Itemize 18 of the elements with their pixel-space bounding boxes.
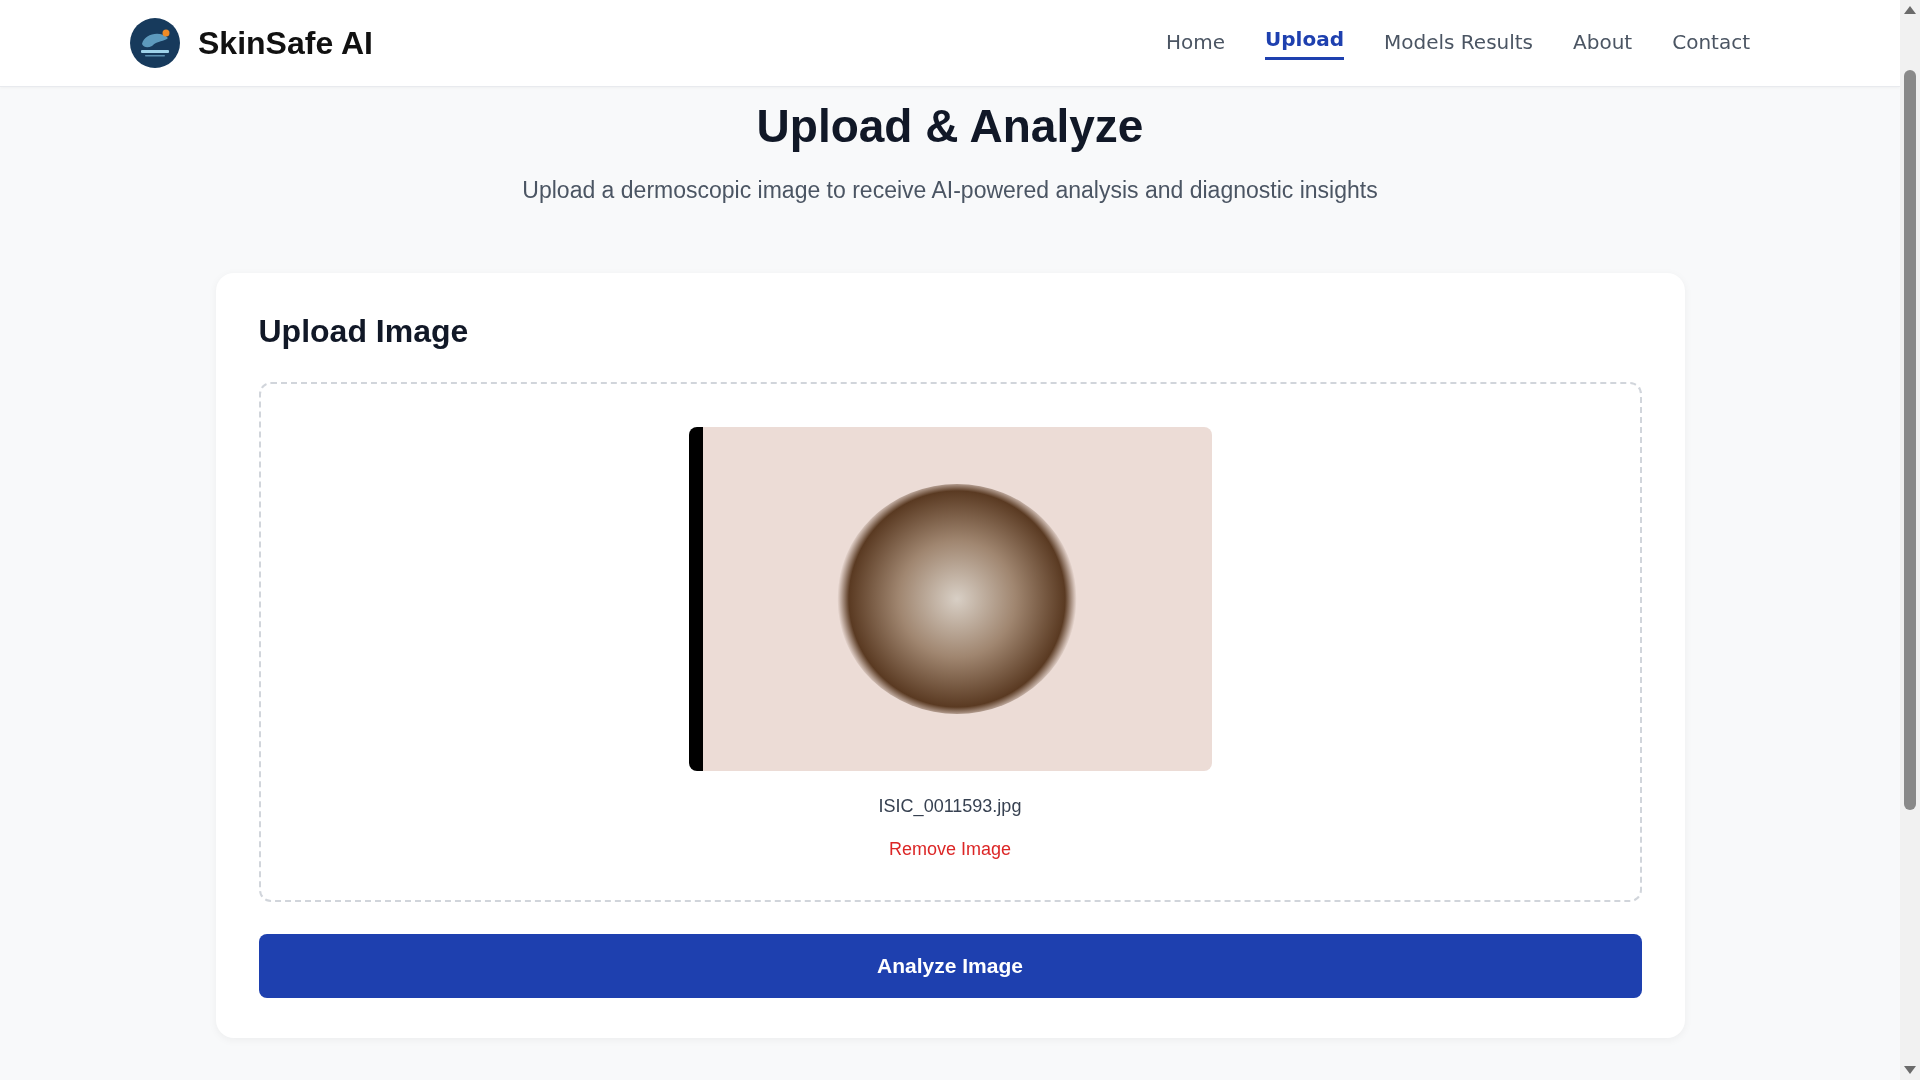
drop-zone[interactable]: ISIC_0011593.jpg Remove Image	[258, 382, 1642, 902]
page-subtitle: Upload a dermoscopic image to receive AI-powered analysis and diagnostic insights	[521, 176, 1379, 205]
brand-name: SkinSafe AI	[198, 24, 373, 62]
nav-link[interactable]: Home	[1165, 23, 1226, 63]
nav-link[interactable]: About	[1573, 23, 1633, 63]
nav-link[interactable]: Upload	[1265, 20, 1344, 60]
scroll-up-icon[interactable]	[1904, 6, 1916, 14]
page-title: Upload & Analyze	[756, 99, 1144, 153]
scroll-thumb[interactable]	[1904, 70, 1916, 810]
nav-link[interactable]: Models Results	[1384, 23, 1534, 63]
file-name: ISIC_0011593.jpg	[878, 796, 1022, 817]
logo-icon[interactable]	[130, 18, 180, 68]
nav-link[interactable]: Contact	[1672, 23, 1750, 63]
card-title: Upload Image	[258, 313, 470, 350]
scroll-down-icon[interactable]	[1904, 1066, 1916, 1074]
remove-image-button[interactable]: Remove Image	[888, 839, 1012, 860]
analyze-button[interactable]: Analyze Image	[258, 934, 1642, 998]
scrollbar[interactable]	[1900, 0, 1920, 1080]
